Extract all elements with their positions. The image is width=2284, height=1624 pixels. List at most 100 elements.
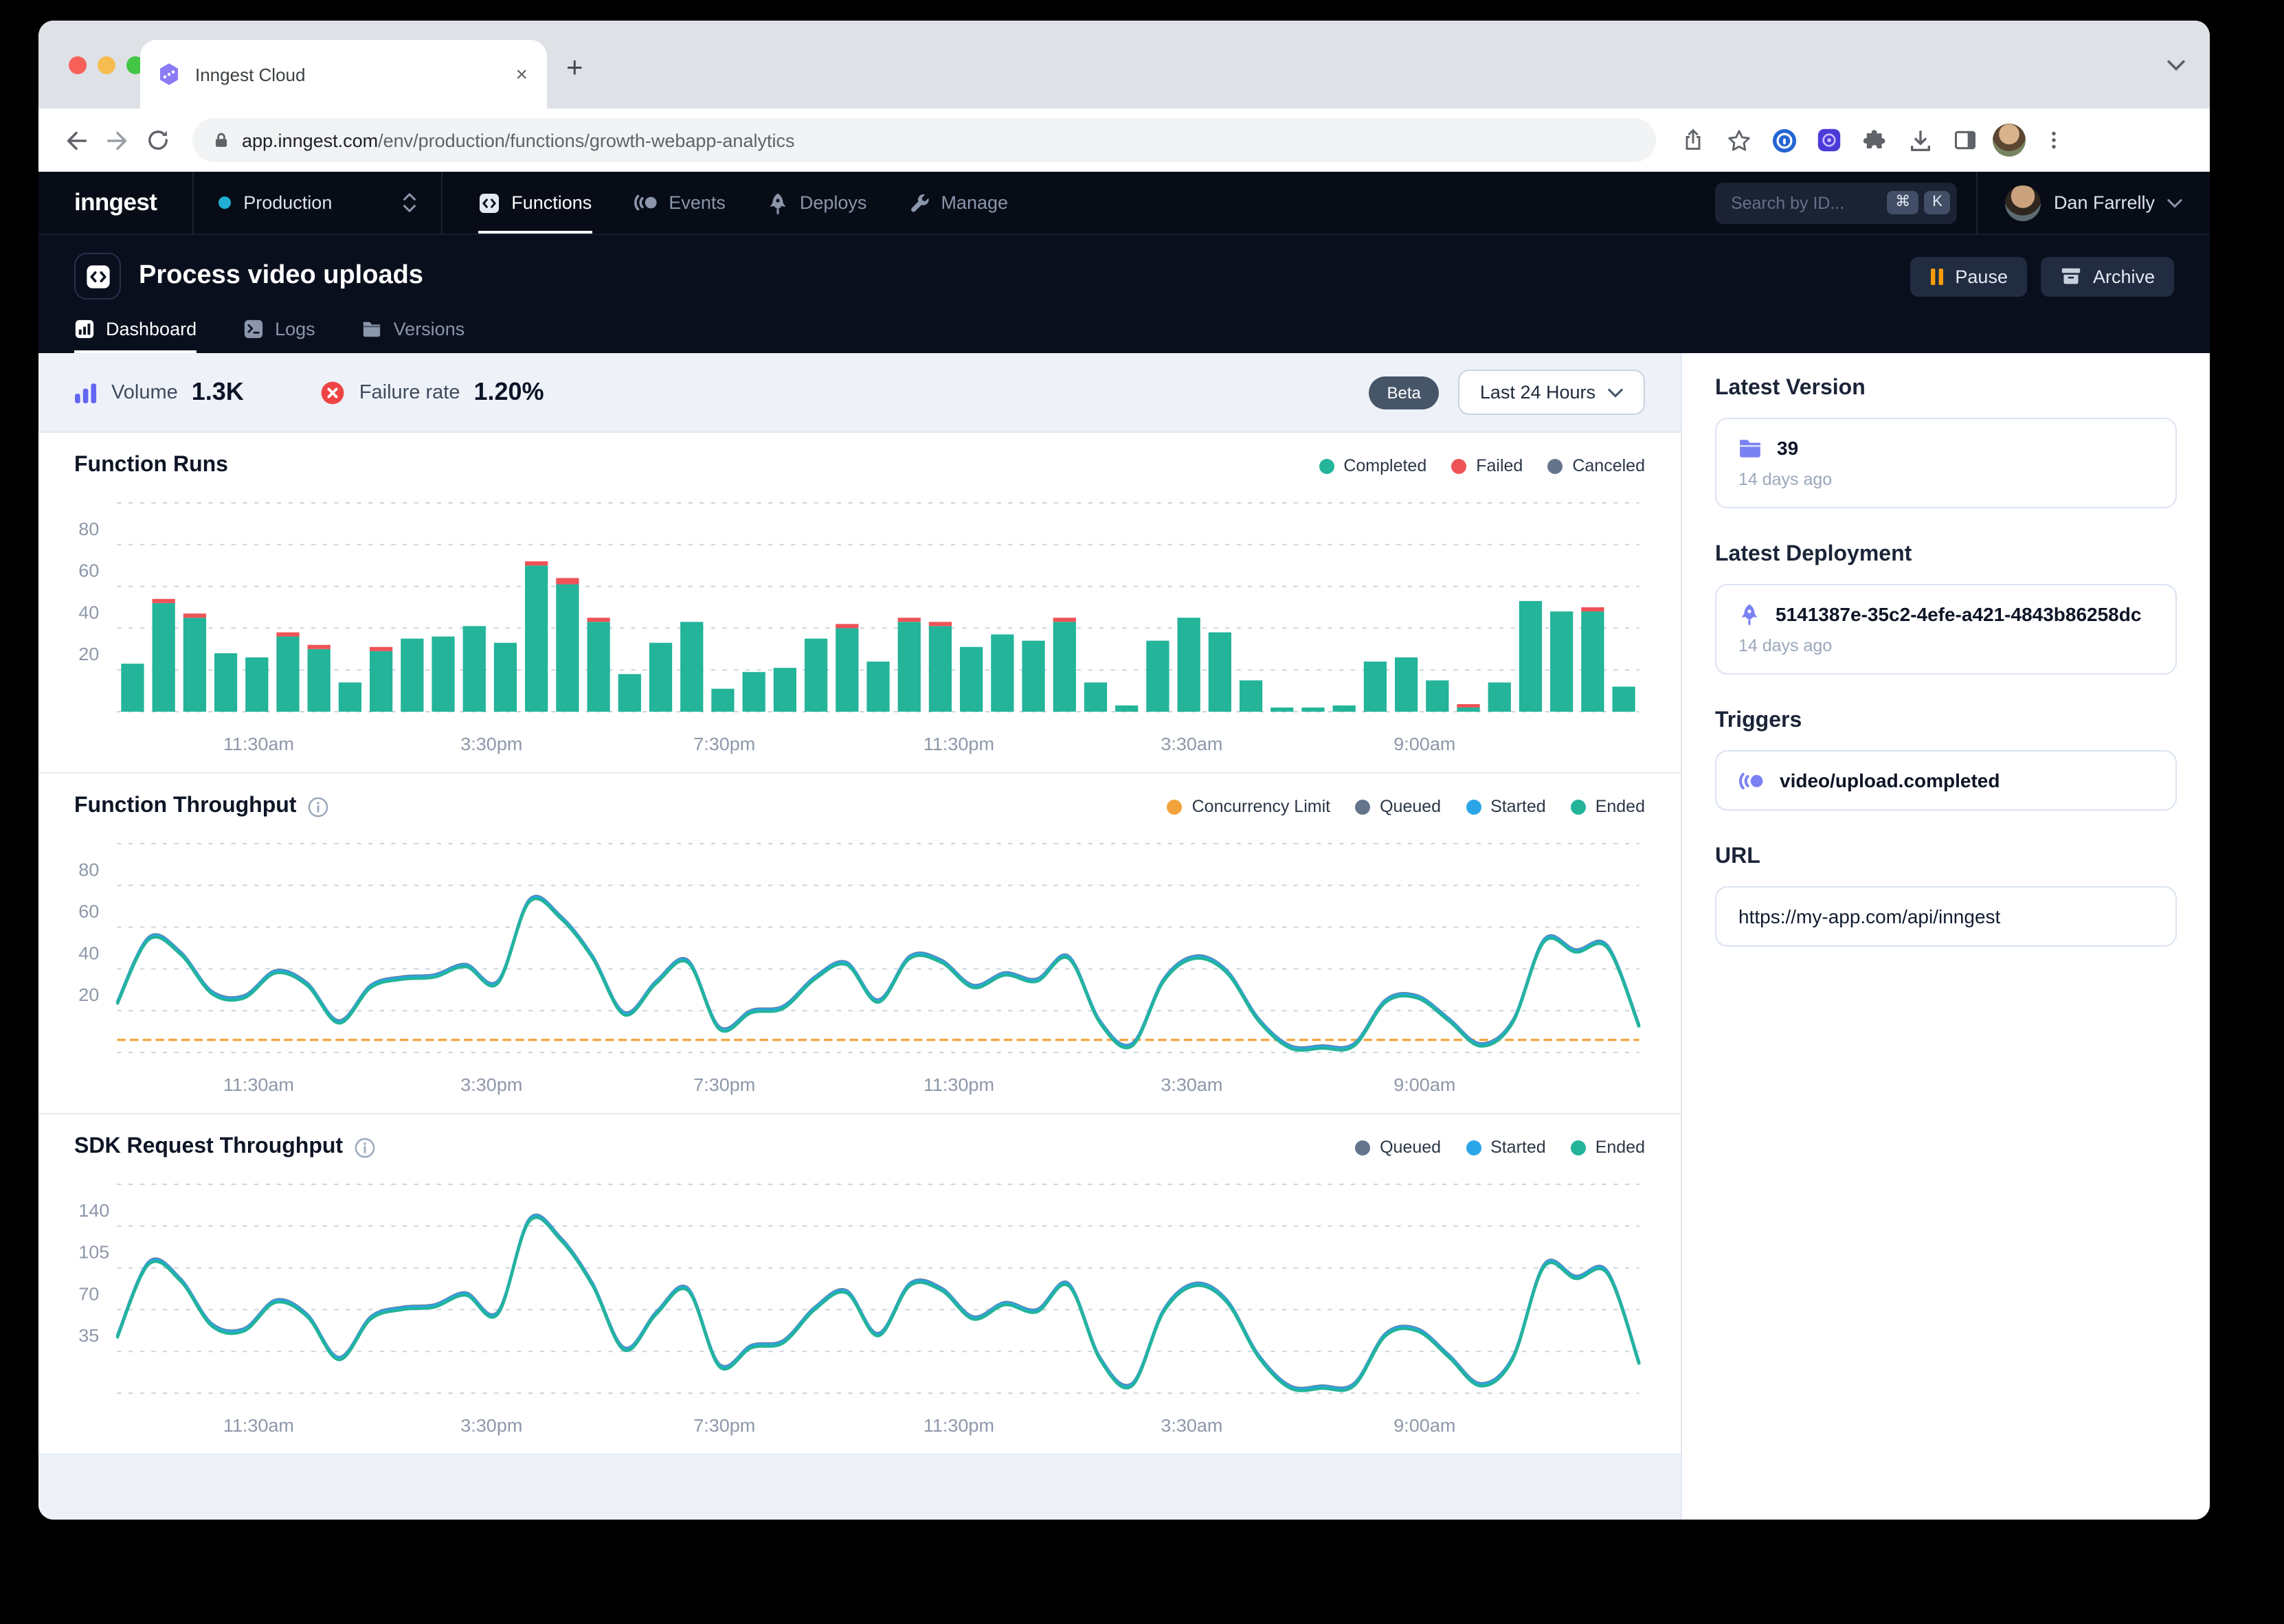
tab-versions[interactable]: Versions <box>362 304 465 353</box>
latest-deployment-value: 5141387e-35c2-4efe-a421-4843b86258dc <box>1776 603 2141 625</box>
function-throughput-title: Function Throughput <box>74 794 328 819</box>
url-bar[interactable]: app.inngest.com/env/production/functions… <box>192 118 1656 162</box>
page-footer-strip <box>38 1454 1681 1520</box>
sdk-request-throughput-legend: Queued Started Ended <box>1355 1138 1645 1157</box>
svg-text:7:30pm: 7:30pm <box>693 734 755 754</box>
dashboard-icon <box>74 318 95 339</box>
tab-dashboard[interactable]: Dashboard <box>74 304 197 353</box>
svg-text:140: 140 <box>78 1200 109 1220</box>
nav-item-manage[interactable]: Manage <box>908 172 1008 234</box>
time-range-select[interactable]: Last 24 Hours <box>1458 370 1645 415</box>
latest-version-time: 14 days ago <box>1738 470 2153 489</box>
search-input[interactable]: Search by ID... ⌘ K <box>1716 182 1958 223</box>
rocket-icon <box>767 192 789 214</box>
info-icon[interactable] <box>307 796 328 817</box>
trigger-value: video/upload.completed <box>1780 769 2000 791</box>
function-header: Process video uploads Pause Archive Dash… <box>38 235 2210 353</box>
window-controls <box>69 56 144 74</box>
url-value: https://my-app.com/api/inngest <box>1738 905 2000 927</box>
svg-text:3:30am: 3:30am <box>1161 1415 1222 1435</box>
svg-text:35: 35 <box>78 1326 99 1346</box>
nav-item-deploys[interactable]: Deploys <box>767 172 867 234</box>
legend-item: Failed <box>1451 456 1523 475</box>
download-icon[interactable] <box>1902 122 1938 158</box>
minimize-window-button[interactable] <box>98 56 115 74</box>
sdk-request-throughput-chart[interactable]: 357010514011:30am3:30pm7:30pm11:30pm3:30… <box>74 1176 1645 1445</box>
user-menu[interactable]: Dan Farrelly <box>1978 185 2210 221</box>
sdk-request-throughput-title: SDK Request Throughput <box>74 1135 374 1160</box>
svg-text:105: 105 <box>78 1242 109 1262</box>
tab-logs[interactable]: Logs <box>243 304 315 353</box>
browser-tab[interactable]: Inngest Cloud × <box>140 40 547 109</box>
extensions-puzzle-icon[interactable] <box>1857 122 1892 158</box>
legend-item: Queued <box>1355 797 1441 816</box>
versions-folder-icon <box>362 318 383 339</box>
close-tab-icon[interactable]: × <box>513 64 530 84</box>
svg-text:9:00am: 9:00am <box>1393 1415 1455 1435</box>
pause-button[interactable]: Pause <box>1910 256 2027 296</box>
environment-switcher[interactable]: Production <box>194 192 441 213</box>
svg-text:9:00am: 9:00am <box>1393 734 1455 754</box>
trigger-card[interactable]: video/upload.completed <box>1715 750 2177 811</box>
environment-label: Production <box>243 192 332 213</box>
latest-version-value: 39 <box>1777 437 1798 459</box>
primary-nav: Functions Events Deploys Manage <box>443 172 1044 234</box>
chevron-up-down-icon <box>403 192 416 213</box>
browser-window: Inngest Cloud × + app.inngest.com/env/pr… <box>38 21 2210 1520</box>
browser-toolbar: app.inngest.com/env/production/functions… <box>38 109 2210 172</box>
inngest-logo[interactable]: inngest <box>38 188 192 217</box>
archive-button[interactable]: Archive <box>2041 256 2174 296</box>
tab-search-chevron-icon[interactable] <box>2167 59 2185 71</box>
svg-text:3:30am: 3:30am <box>1161 734 1222 754</box>
nav-item-functions[interactable]: Functions <box>478 172 592 234</box>
stats-bar: Volume 1.3K Failure rate 1.20% Beta Last… <box>38 353 1681 433</box>
failure-rate-stat: Failure rate 1.20% <box>321 378 544 407</box>
svg-text:80: 80 <box>78 859 99 879</box>
svg-text:11:30pm: 11:30pm <box>923 1074 994 1094</box>
app-navbar: inngest Production Functions Events Depl… <box>38 172 2210 235</box>
volume-label: Volume <box>111 381 178 403</box>
function-runs-section: Function Runs Completed Failed Canceled … <box>38 433 1681 772</box>
failure-x-icon <box>321 380 346 405</box>
password-manager-extension-icon[interactable] <box>1766 122 1802 158</box>
latest-deployment-heading: Latest Deployment <box>1715 543 2177 567</box>
svg-text:11:30pm: 11:30pm <box>923 734 994 754</box>
archive-icon <box>2060 267 2082 286</box>
bookmark-star-icon[interactable] <box>1721 122 1756 158</box>
user-name: Dan Farrelly <box>2054 192 2155 213</box>
user-avatar <box>2006 185 2041 221</box>
new-tab-button[interactable]: + <box>566 54 583 82</box>
info-icon[interactable] <box>354 1137 374 1158</box>
svg-text:11:30pm: 11:30pm <box>923 1415 994 1435</box>
refresh-button[interactable] <box>137 120 179 161</box>
svg-text:11:30am: 11:30am <box>223 1415 294 1435</box>
svg-text:70: 70 <box>78 1284 99 1304</box>
function-throughput-chart[interactable]: 2040608011:30am3:30pm7:30pm11:30pm3:30am… <box>74 835 1645 1105</box>
function-throughput-legend: Concurrency Limit Queued Started Ended <box>1167 797 1645 816</box>
nav-item-events[interactable]: Events <box>633 172 726 234</box>
page-content: Volume 1.3K Failure rate 1.20% Beta Last… <box>38 353 2210 1520</box>
browser-profile-avatar[interactable] <box>1993 124 2026 157</box>
url-card[interactable]: https://my-app.com/api/inngest <box>1715 886 2177 947</box>
function-runs-chart[interactable]: 2040608011:30am3:30pm7:30pm11:30pm3:30am… <box>74 495 1645 764</box>
browser-tabstrip: Inngest Cloud × + <box>38 21 2210 109</box>
tab-title: Inngest Cloud <box>195 64 513 84</box>
forward-button[interactable] <box>96 120 137 161</box>
svg-text:11:30am: 11:30am <box>223 734 294 754</box>
side-panel-icon[interactable] <box>1947 122 1983 158</box>
latest-deployment-card[interactable]: 5141387e-35c2-4efe-a421-4843b86258dc 14 … <box>1715 584 2177 675</box>
close-window-button[interactable] <box>69 56 87 74</box>
deployment-rocket-icon <box>1738 603 1760 625</box>
volume-value: 1.3K <box>192 378 244 407</box>
legend-item: Queued <box>1355 1138 1441 1157</box>
logs-terminal-icon <box>243 318 264 339</box>
browser-menu-kebab-icon[interactable] <box>2035 122 2071 158</box>
svg-text:3:30pm: 3:30pm <box>460 734 522 754</box>
svg-text:20: 20 <box>78 644 99 664</box>
svg-text:40: 40 <box>78 943 99 963</box>
back-button[interactable] <box>55 120 96 161</box>
purple-extension-icon[interactable] <box>1811 122 1847 158</box>
latest-version-card[interactable]: 39 14 days ago <box>1715 418 2177 508</box>
share-icon[interactable] <box>1675 122 1711 158</box>
function-tabs: Dashboard Logs Versions <box>74 304 2174 353</box>
